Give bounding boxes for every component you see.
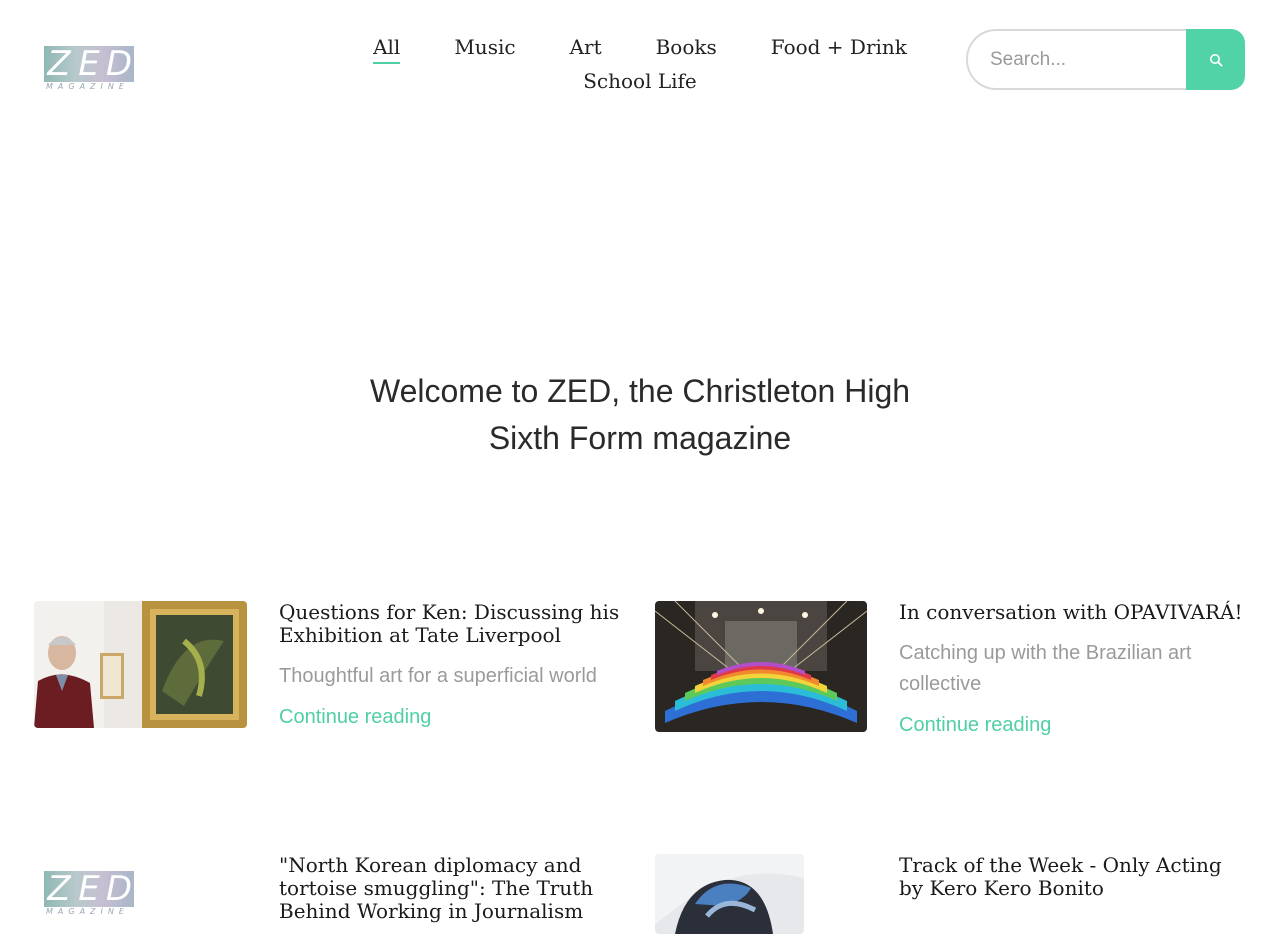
search-form — [966, 29, 1245, 90]
article-title[interactable]: Questions for Ken: Discussing his Exhibi… — [279, 601, 624, 647]
article-title[interactable]: In conversation with OPAVIVARÁ! — [899, 601, 1259, 624]
article-thumbnail[interactable] — [655, 601, 867, 732]
main-nav: All Music Art Books Food + Drink School Life — [330, 30, 950, 98]
hero-line-2: Sixth Form magazine — [488, 420, 792, 456]
search-icon — [1209, 53, 1223, 67]
article-thumbnail-logo[interactable]: Z E D MAGAZINE — [44, 871, 134, 917]
continue-reading-link[interactable]: Continue reading — [279, 706, 431, 729]
logo-letter-d: D — [105, 869, 133, 909]
photo-hammock-installation — [655, 601, 867, 732]
logo-letter-z: Z — [47, 44, 71, 84]
photo-man-with-paintings — [34, 601, 247, 728]
article-excerpt: Thoughtful art for a superficial world — [279, 665, 597, 687]
logo-wordmark: Z E D — [44, 871, 134, 907]
logo-letter-z: Z — [47, 869, 71, 909]
continue-reading-link[interactable]: Continue reading — [899, 714, 1051, 737]
logo-wordmark: Z E D — [44, 46, 134, 82]
nav-item-all[interactable]: All — [373, 30, 401, 64]
search-input[interactable] — [966, 29, 1186, 90]
article-excerpt: Catching up with the Brazilian art colle… — [899, 642, 1192, 695]
nav-item-books[interactable]: Books — [656, 30, 717, 64]
article-title[interactable]: "North Korean diplomacy and tortoise smu… — [279, 854, 609, 923]
logo-subtitle: MAGAZINE — [46, 907, 129, 916]
nav-item-food-drink[interactable]: Food + Drink — [771, 30, 907, 64]
article-thumbnail[interactable] — [34, 601, 247, 728]
nav-item-art[interactable]: Art — [570, 30, 602, 64]
nav-item-school-life[interactable]: School Life — [583, 64, 697, 98]
article-title[interactable]: Track of the Week - Only Acting by Kero … — [899, 854, 1239, 900]
hero-line-1: Welcome to ZED, the Christleton High — [369, 373, 911, 409]
site-logo[interactable]: Z E D MAGAZINE — [44, 46, 134, 92]
nav-item-music[interactable]: Music — [454, 30, 515, 64]
logo-letter-e: E — [78, 869, 100, 909]
hero-heading: Welcome to ZED, the Christleton High Six… — [340, 368, 940, 462]
logo-subtitle: MAGAZINE — [46, 82, 129, 91]
article-thumbnail[interactable] — [655, 854, 804, 934]
search-button[interactable] — [1186, 29, 1245, 90]
logo-letter-e: E — [78, 44, 100, 84]
photo-portrait-blurred — [655, 854, 804, 934]
logo-letter-d: D — [105, 44, 133, 84]
